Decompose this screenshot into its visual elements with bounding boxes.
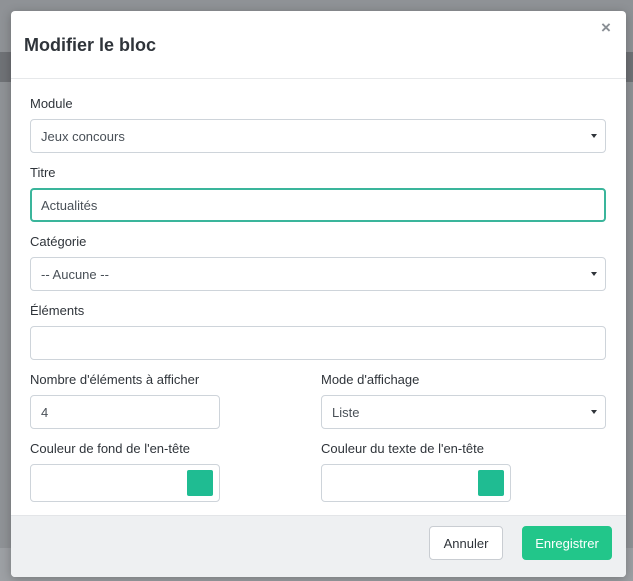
module-select-value: Jeux concours	[41, 128, 125, 144]
module-label: Module	[30, 96, 73, 111]
color-swatch-fond[interactable]	[187, 470, 213, 496]
nombre-input-value: 4	[41, 404, 49, 420]
categorie-select-value: -- Aucune --	[41, 266, 109, 282]
categorie-label: Catégorie	[30, 234, 87, 249]
mode-label: Mode d'affichage	[321, 372, 420, 387]
titre-input-value: Actualités	[41, 197, 98, 213]
categorie-select[interactable]: -- Aucune --	[30, 257, 606, 291]
module-select[interactable]: Jeux concours	[30, 119, 606, 153]
couleur-fond-label: Couleur de fond de l'en-tête	[30, 441, 191, 456]
nombre-input[interactable]: 4	[30, 395, 220, 429]
save-button[interactable]: Enregistrer	[522, 526, 612, 560]
mode-select-value: Liste	[332, 404, 360, 420]
dialog-title: Modifier le bloc	[24, 35, 157, 55]
dialog-header: Modifier le bloc ×	[11, 11, 626, 79]
couleur-fond-input[interactable]	[30, 464, 220, 502]
mode-select[interactable]: Liste	[321, 395, 606, 429]
elements-input[interactable]	[30, 326, 606, 360]
nombre-label: Nombre d'éléments à afficher	[30, 372, 200, 387]
dialog-footer: Annuler Enregistrer	[11, 515, 626, 577]
chevron-down-icon	[591, 272, 597, 276]
edit-block-dialog: Modifier le bloc × Module Jeux concours …	[11, 11, 626, 577]
color-swatch-texte[interactable]	[478, 470, 504, 496]
chevron-down-icon	[591, 134, 597, 138]
cancel-button[interactable]: Annuler	[429, 526, 503, 560]
couleur-texte-input[interactable]	[321, 464, 511, 502]
chevron-down-icon	[591, 410, 597, 414]
titre-label: Titre	[30, 165, 56, 180]
couleur-texte-label: Couleur du texte de l'en-tête	[321, 441, 484, 456]
titre-input[interactable]: Actualités	[30, 188, 606, 222]
elements-label: Éléments	[30, 303, 85, 318]
close-icon[interactable]: ×	[598, 19, 614, 36]
